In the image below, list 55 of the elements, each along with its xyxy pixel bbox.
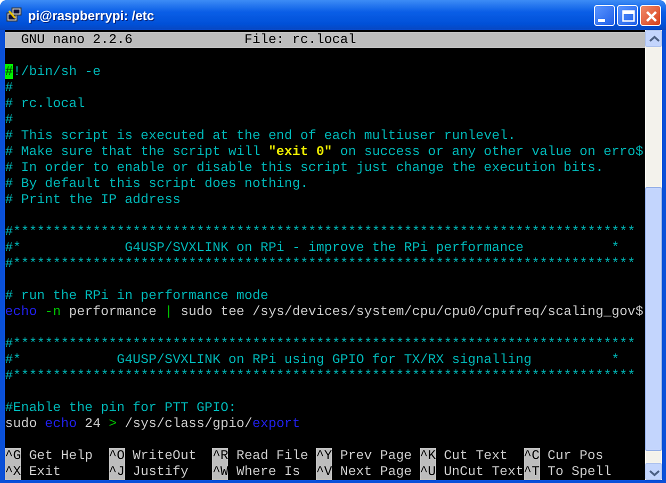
shortcut-label: Next Page xyxy=(340,464,412,480)
minimize-button[interactable] xyxy=(594,4,615,26)
scrollbar-thumb[interactable] xyxy=(645,187,662,451)
shortcut-label: Justify xyxy=(132,464,189,480)
code-line: # By default this script does nothing. xyxy=(5,176,310,192)
code-line: # rc.local xyxy=(5,96,86,112)
shortcut-key: ^Y xyxy=(316,448,332,464)
code-line: # In order to enable or disable this script just change the execution bits. xyxy=(5,160,604,176)
shortcut-key: ^O xyxy=(108,448,125,464)
window-title: pi@raspberrypi: /etc xyxy=(28,8,154,22)
shortcut-key: ^J xyxy=(108,464,125,480)
program-version: GNU nano 2.2.6 xyxy=(20,32,133,48)
shortcut-key: ^U xyxy=(420,464,436,480)
scrollbar[interactable] xyxy=(645,30,662,480)
maximize-button[interactable] xyxy=(617,4,638,26)
code-line: # run the RPi in performance mode xyxy=(5,288,270,304)
code-line: #* G4USP/SVXLINK on RPi - improve the RPi performance * xyxy=(5,240,620,256)
code-line: # xyxy=(5,112,14,128)
shortcut-key: ^W xyxy=(212,464,228,480)
code-line: #* G4USP/SVXLINK on RPi using GPIO for TX/RX signalling * xyxy=(5,352,620,368)
shortcut-key: ^V xyxy=(316,464,332,480)
shortcut-label: Cut Text xyxy=(444,448,508,464)
code-line: #!/bin/sh -e xyxy=(5,64,102,80)
close-button[interactable] xyxy=(640,4,661,26)
shortcut-label: Where Is xyxy=(236,464,300,480)
shortcut-key: ^R xyxy=(212,448,228,464)
shortcut-label: Read File xyxy=(236,448,308,464)
code-line: #Enable the pin for PTT GPIO: xyxy=(5,400,238,416)
shortcut-label: UnCut Text xyxy=(444,464,524,480)
shortcut-label: Get Help xyxy=(28,448,93,464)
shortcut-key: ^X xyxy=(5,464,21,480)
shortcut-key: ^T xyxy=(524,464,540,480)
shortcut-label: To Spell xyxy=(548,464,612,480)
shortcut-key: ^G xyxy=(5,448,21,464)
file-name: File: rc.local xyxy=(244,32,356,48)
code-line: #****************************************************************************** xyxy=(5,256,636,272)
shortcut-label: WriteOut xyxy=(132,448,196,464)
shortcut-key: ^K xyxy=(420,448,436,464)
shortcut-label: Cur Pos xyxy=(548,448,604,464)
minimize-icon xyxy=(598,18,605,22)
code-line: # Print the IP address xyxy=(5,192,182,208)
shortcut-label: Prev Page xyxy=(340,448,412,464)
code-line: # Make sure that the script will "exit 0" on success or any other value on erro$ xyxy=(5,144,644,160)
code-line: #****************************************************************************** xyxy=(5,336,636,352)
scroll-up-button[interactable] xyxy=(645,30,662,47)
code-line: # This script is executed at the end of each multiuser runlevel. xyxy=(5,128,517,144)
shortcut-label: Exit xyxy=(28,464,61,480)
code-line: # xyxy=(5,80,14,96)
code-line: sudo echo 24 > /sys/class/gpio/export xyxy=(5,416,302,432)
code-line: #****************************************************************************** xyxy=(5,368,636,384)
code-line: #****************************************************************************** xyxy=(5,224,636,240)
terminal-icon xyxy=(6,7,22,23)
code-line: echo -n performance | sudo tee /sys/devices/system/cpu/cpu0/cpufreq/scaling_gov$ xyxy=(5,304,644,320)
shortcut-key: ^C xyxy=(524,448,540,464)
scroll-down-button[interactable] xyxy=(645,463,662,480)
